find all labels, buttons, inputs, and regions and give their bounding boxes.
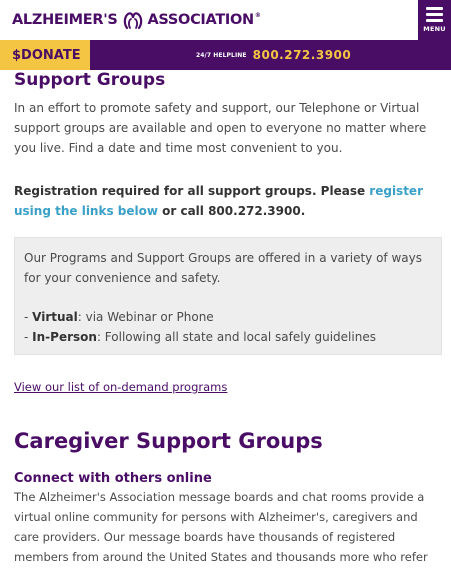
callout-item-label: In-Person [32, 330, 97, 344]
callout-item-in-person: - In-Person: Following all state and loc… [24, 330, 376, 344]
helpline[interactable]: 24/7 HELPLINE 800.272.3900 [196, 40, 351, 70]
on-demand-programs-link[interactable]: View our list of on-demand programs [14, 378, 227, 396]
logo-text-right: ASSOCIATION® [147, 12, 261, 28]
callout-item-virtual: - Virtual: via Webinar or Phone [24, 310, 214, 324]
donate-button[interactable]: $ DONATE [0, 40, 90, 70]
site-logo[interactable]: ALZHEIMER'S ASSOCIATION® [12, 9, 261, 31]
callout-text: Our Programs and Support Groups are offe… [24, 251, 422, 285]
callout-item-text: : via Webinar or Phone [77, 310, 214, 324]
logo-text-left: ALZHEIMER'S [12, 12, 118, 28]
registration-suffix: or call 800.272.3900. [157, 204, 306, 218]
programs-callout: Our Programs and Support Groups are offe… [14, 237, 442, 355]
registration-paragraph: Registration required for all support gr… [14, 181, 439, 221]
top-bar: $ DONATE 24/7 HELPLINE 800.272.3900 [0, 40, 451, 70]
helpline-label: 24/7 HELPLINE [196, 51, 247, 59]
helpline-number[interactable]: 800.272.3900 [253, 48, 352, 62]
hamburger-icon [426, 7, 443, 22]
site-header: ALZHEIMER'S ASSOCIATION® MENU [0, 0, 451, 40]
callout-item-text: : Following all state and local safely g… [96, 330, 376, 344]
dollar-icon: $ [12, 47, 22, 63]
intro-paragraph: In an effort to promote safety and suppo… [14, 101, 427, 155]
donate-label: DONATE [21, 47, 81, 63]
connect-paragraph: The Alzheimer's Association message boar… [14, 490, 428, 564]
caregiver-heading: Caregiver Support Groups [14, 429, 323, 453]
callout-item-label: Virtual [32, 310, 78, 324]
page-title: Support Groups [14, 70, 166, 90]
registration-prefix: Registration required for all support gr… [14, 184, 370, 198]
menu-label: MENU [423, 25, 446, 33]
menu-button[interactable]: MENU [418, 0, 451, 40]
association-logo-icon [123, 12, 142, 30]
connect-heading: Connect with others online [14, 471, 212, 486]
